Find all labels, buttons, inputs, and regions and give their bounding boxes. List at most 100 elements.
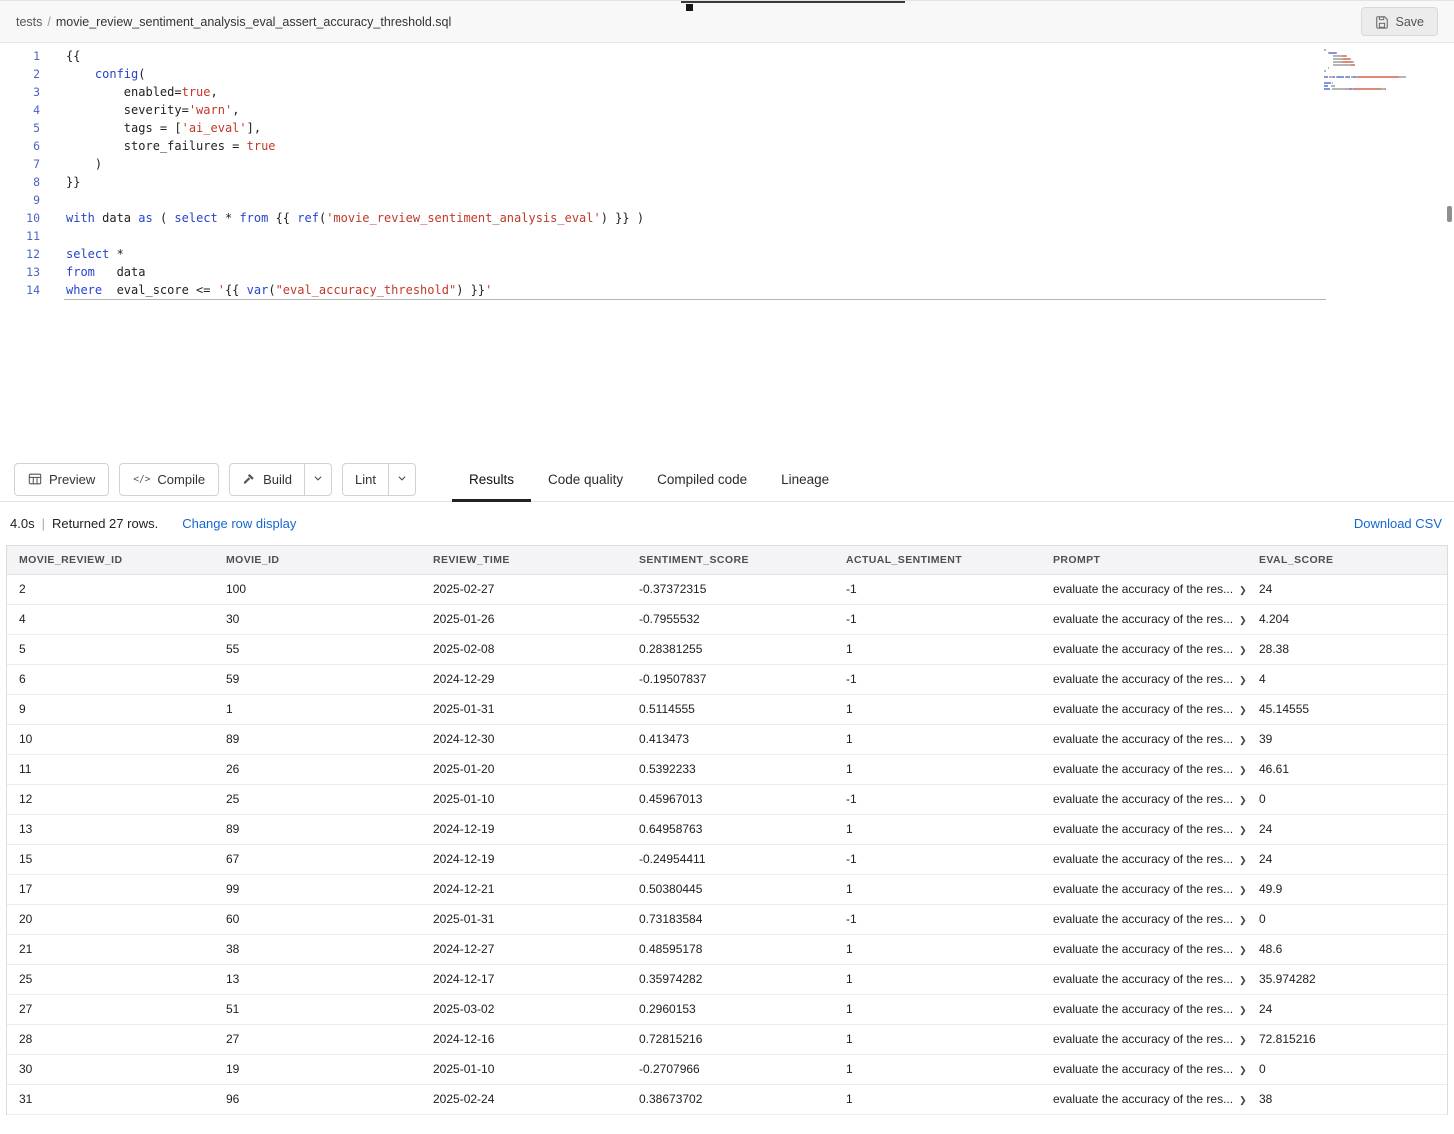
table-row[interactable]: 30192025-01-10-0.27079661evaluate the ac… bbox=[7, 1054, 1447, 1084]
table-row[interactable]: 4302025-01-26-0.7955532-1evaluate the ac… bbox=[7, 604, 1447, 634]
prompt-cell[interactable]: evaluate the accuracy of the res...❯ bbox=[1041, 814, 1247, 844]
table-cell: 2024-12-16 bbox=[421, 1024, 627, 1054]
expand-prompt-icon[interactable]: ❯ bbox=[1239, 705, 1247, 715]
download-csv-link[interactable]: Download CSV bbox=[1354, 516, 1444, 531]
table-row[interactable]: 25132024-12-170.359742821evaluate the ac… bbox=[7, 964, 1447, 994]
code-line[interactable]: 13from data bbox=[0, 263, 1454, 281]
code-line[interactable]: 2 config( bbox=[0, 65, 1454, 83]
column-header-eval-score[interactable]: EVAL_SCORE bbox=[1247, 546, 1447, 574]
code-line[interactable]: 14where eval_score <= '{{ var("eval_accu… bbox=[0, 281, 1454, 299]
column-header-actual-sentiment[interactable]: ACTUAL_SENTIMENT bbox=[834, 546, 1041, 574]
table-row[interactable]: 13892024-12-190.649587631evaluate the ac… bbox=[7, 814, 1447, 844]
code-line[interactable]: 5 tags = ['ai_eval'], bbox=[0, 119, 1454, 137]
expand-prompt-icon[interactable]: ❯ bbox=[1239, 975, 1247, 985]
lint-dropdown-toggle[interactable] bbox=[388, 464, 415, 495]
prompt-cell[interactable]: evaluate the accuracy of the res...❯ bbox=[1041, 634, 1247, 664]
prompt-cell[interactable]: evaluate the accuracy of the res...❯ bbox=[1041, 784, 1247, 814]
table-row[interactable]: 17992024-12-210.503804451evaluate the ac… bbox=[7, 874, 1447, 904]
preview-button[interactable]: Preview bbox=[14, 463, 109, 496]
prompt-cell[interactable]: evaluate the accuracy of the res...❯ bbox=[1041, 694, 1247, 724]
expand-prompt-icon[interactable]: ❯ bbox=[1239, 765, 1247, 775]
preview-button-label: Preview bbox=[49, 472, 95, 487]
code-line[interactable]: 10with data as ( select * from {{ ref('m… bbox=[0, 209, 1454, 227]
expand-prompt-icon[interactable]: ❯ bbox=[1239, 885, 1247, 895]
sql-code-editor[interactable]: 1{{2 config(3 enabled=true,4 severity='w… bbox=[0, 43, 1454, 457]
table-cell: 1 bbox=[834, 814, 1041, 844]
compile-button[interactable]: </> Compile bbox=[119, 463, 219, 496]
prompt-cell[interactable]: evaluate the accuracy of the res...❯ bbox=[1041, 904, 1247, 934]
expand-prompt-icon[interactable]: ❯ bbox=[1239, 585, 1247, 595]
table-row[interactable]: 12252025-01-100.45967013-1evaluate the a… bbox=[7, 784, 1447, 814]
tab-results[interactable]: Results bbox=[452, 457, 531, 501]
tab-lineage[interactable]: Lineage bbox=[764, 457, 846, 501]
table-row[interactable]: 10892024-12-300.4134731evaluate the accu… bbox=[7, 724, 1447, 754]
table-row[interactable]: 21382024-12-270.485951781evaluate the ac… bbox=[7, 934, 1447, 964]
minimap[interactable] bbox=[1324, 49, 1442, 91]
prompt-cell[interactable]: evaluate the accuracy of the res...❯ bbox=[1041, 874, 1247, 904]
table-row[interactable]: 6592024-12-29-0.19507837-1evaluate the a… bbox=[7, 664, 1447, 694]
change-row-display-link[interactable]: Change row display bbox=[182, 516, 296, 531]
expand-prompt-icon[interactable]: ❯ bbox=[1239, 915, 1247, 925]
column-header-prompt[interactable]: PROMPT bbox=[1041, 546, 1247, 574]
code-line[interactable]: 6 store_failures = true bbox=[0, 137, 1454, 155]
breadcrumb-folder[interactable]: tests bbox=[16, 15, 42, 29]
code-line[interactable]: 7 ) bbox=[0, 155, 1454, 173]
table-row[interactable]: 28272024-12-160.728152161evaluate the ac… bbox=[7, 1024, 1447, 1054]
table-row[interactable]: 5552025-02-080.283812551evaluate the acc… bbox=[7, 634, 1447, 664]
code-line[interactable]: 9 bbox=[0, 191, 1454, 209]
tab-code-quality[interactable]: Code quality bbox=[531, 457, 640, 501]
code-line[interactable]: 12select * bbox=[0, 245, 1454, 263]
table-row[interactable]: 20602025-01-310.73183584-1evaluate the a… bbox=[7, 904, 1447, 934]
tab-compiled-code[interactable]: Compiled code bbox=[640, 457, 764, 501]
lint-button[interactable]: Lint bbox=[343, 464, 388, 495]
breadcrumb[interactable]: tests/movie_review_sentiment_analysis_ev… bbox=[16, 15, 451, 29]
build-dropdown-toggle[interactable] bbox=[304, 464, 331, 495]
table-row[interactable]: 912025-01-310.51145551evaluate the accur… bbox=[7, 694, 1447, 724]
table-cell: 99 bbox=[214, 874, 421, 904]
expand-prompt-icon[interactable]: ❯ bbox=[1239, 1095, 1247, 1105]
column-header-movie-review-id[interactable]: MOVIE_REVIEW_ID bbox=[7, 546, 214, 574]
table-cell: 0.73183584 bbox=[627, 904, 834, 934]
code-line[interactable]: 4 severity='warn', bbox=[0, 101, 1454, 119]
expand-prompt-icon[interactable]: ❯ bbox=[1239, 645, 1247, 655]
expand-prompt-icon[interactable]: ❯ bbox=[1239, 1005, 1247, 1015]
prompt-cell[interactable]: evaluate the accuracy of the res...❯ bbox=[1041, 964, 1247, 994]
prompt-cell[interactable]: evaluate the accuracy of the res...❯ bbox=[1041, 724, 1247, 754]
code-line[interactable]: 1{{ bbox=[0, 47, 1454, 65]
column-header-sentiment-score[interactable]: SENTIMENT_SCORE bbox=[627, 546, 834, 574]
build-button[interactable]: Build bbox=[230, 464, 304, 495]
prompt-cell[interactable]: evaluate the accuracy of the res...❯ bbox=[1041, 1084, 1247, 1114]
prompt-cell[interactable]: evaluate the accuracy of the res...❯ bbox=[1041, 844, 1247, 874]
prompt-cell[interactable]: evaluate the accuracy of the res...❯ bbox=[1041, 604, 1247, 634]
code-line[interactable]: 3 enabled=true, bbox=[0, 83, 1454, 101]
table-cell: 2024-12-27 bbox=[421, 934, 627, 964]
table-row[interactable]: 21002025-02-27-0.37372315-1evaluate the … bbox=[7, 574, 1447, 604]
table-row[interactable]: 15672024-12-19-0.24954411-1evaluate the … bbox=[7, 844, 1447, 874]
expand-prompt-icon[interactable]: ❯ bbox=[1239, 945, 1247, 955]
table-row[interactable]: 11262025-01-200.53922331evaluate the acc… bbox=[7, 754, 1447, 784]
column-header-movie-id[interactable]: MOVIE_ID bbox=[214, 546, 421, 574]
prompt-cell[interactable]: evaluate the accuracy of the res...❯ bbox=[1041, 574, 1247, 604]
expand-prompt-icon[interactable]: ❯ bbox=[1239, 1035, 1247, 1045]
expand-prompt-icon[interactable]: ❯ bbox=[1239, 855, 1247, 865]
expand-prompt-icon[interactable]: ❯ bbox=[1239, 795, 1247, 805]
table-row[interactable]: 31962025-02-240.386737021evaluate the ac… bbox=[7, 1084, 1447, 1114]
prompt-cell[interactable]: evaluate the accuracy of the res...❯ bbox=[1041, 934, 1247, 964]
prompt-cell[interactable]: evaluate the accuracy of the res...❯ bbox=[1041, 1054, 1247, 1084]
column-header-review-time[interactable]: REVIEW_TIME bbox=[421, 546, 627, 574]
expand-prompt-icon[interactable]: ❯ bbox=[1239, 735, 1247, 745]
prompt-cell[interactable]: evaluate the accuracy of the res...❯ bbox=[1041, 994, 1247, 1024]
expand-prompt-icon[interactable]: ❯ bbox=[1239, 615, 1247, 625]
expand-prompt-icon[interactable]: ❯ bbox=[1239, 675, 1247, 685]
code-line[interactable]: 11 bbox=[0, 227, 1454, 245]
prompt-cell[interactable]: evaluate the accuracy of the res...❯ bbox=[1041, 1024, 1247, 1054]
expand-prompt-icon[interactable]: ❯ bbox=[1239, 825, 1247, 835]
prompt-cell[interactable]: evaluate the accuracy of the res...❯ bbox=[1041, 664, 1247, 694]
table-cell: 20 bbox=[7, 904, 214, 934]
expand-prompt-icon[interactable]: ❯ bbox=[1239, 1065, 1247, 1075]
save-button[interactable]: Save bbox=[1361, 7, 1439, 36]
code-line[interactable]: 8}} bbox=[0, 173, 1454, 191]
table-row[interactable]: 27512025-03-020.29601531evaluate the acc… bbox=[7, 994, 1447, 1024]
prompt-cell[interactable]: evaluate the accuracy of the res...❯ bbox=[1041, 754, 1247, 784]
editor-scrollbar[interactable] bbox=[1447, 206, 1452, 222]
